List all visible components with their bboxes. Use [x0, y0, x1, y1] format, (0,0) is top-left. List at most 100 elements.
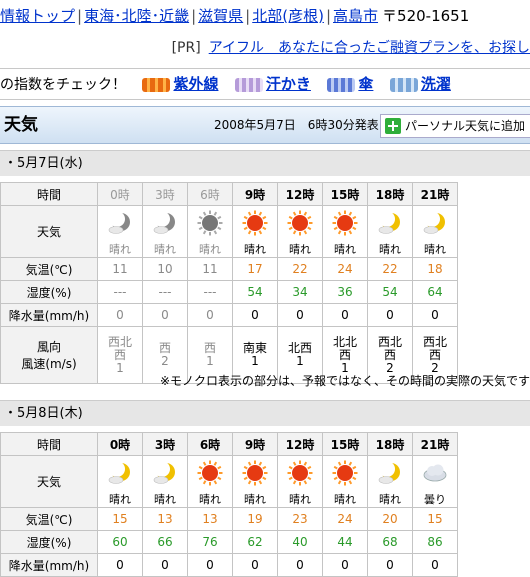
condition-label: 晴れ	[109, 493, 131, 506]
time-cell: 6時	[187, 432, 233, 456]
weather-row: 天気 晴れ 晴れ 晴れ 晴れ 晴れ 晴れ 晴れ 晴れ	[0, 205, 458, 258]
time-cell: 9時	[232, 182, 278, 206]
umbrella-icon	[327, 78, 356, 92]
index-link-umbrella[interactable]: 傘	[358, 75, 373, 93]
index-item-umbrella[interactable]: 傘	[327, 69, 373, 99]
forecast-table-day2: 時間 0時 3時 6時 9時 12時 15時 18時 21時 天気 晴れ 晴れ 晴れ 晴れ 晴れ 晴れ 晴れ 曇り…	[0, 432, 458, 577]
cloud-icon	[423, 464, 447, 482]
weather-cell: 晴れ	[187, 455, 233, 508]
rain-cell: 0	[412, 303, 458, 327]
sun-icon	[287, 460, 313, 486]
laundry-icon	[389, 78, 418, 92]
time-row: 時間 0時 3時 6時 9時 12時 15時 18時 21時	[0, 182, 458, 206]
day-heading: ・5月7日(水)	[0, 150, 530, 176]
rain-cell: 0	[322, 303, 368, 327]
rain-cell: 0	[367, 303, 413, 327]
sun-icon	[242, 460, 268, 486]
sun-icon	[242, 210, 268, 236]
temp-cell: 22	[367, 257, 413, 281]
weather-cell: 曇り	[412, 455, 458, 508]
humidity-cell: ---	[97, 280, 143, 304]
row-label-weather: 天気	[0, 205, 98, 258]
breadcrumb-link-area[interactable]: 北部(彦根)	[252, 7, 324, 25]
humidity-cell: ---	[142, 280, 188, 304]
humidity-cell: 66	[142, 530, 188, 554]
rain-cell: 0	[97, 553, 143, 577]
rain-row: 降水量(mm/h) 0 0 0 0 0 0 0 0	[0, 303, 458, 327]
humidity-cell: 76	[187, 530, 233, 554]
humidity-cell: 34	[277, 280, 323, 304]
temp-cell: 18	[412, 257, 458, 281]
uv-icon	[142, 78, 171, 92]
rain-cell: 0	[277, 553, 323, 577]
condition-label: 晴れ	[154, 493, 176, 506]
row-label-weather: 天気	[0, 455, 98, 508]
moon-cloud-icon	[153, 211, 175, 234]
index-link-laundry[interactable]: 洗濯	[421, 75, 451, 93]
index-bar: の指数をチェック！ 紫外線 汗かき 傘 洗濯	[0, 68, 530, 100]
pr-link[interactable]: アイフル あなたに合ったご融資プランを、お探し	[209, 40, 530, 56]
temp-cell: 10	[142, 257, 188, 281]
plus-icon	[385, 118, 401, 134]
add-personal-weather-button[interactable]: パーソナル天気に追加	[380, 114, 530, 138]
breadcrumb-link-prefecture[interactable]: 滋賀県	[198, 7, 243, 25]
breadcrumb: 情報トップ | 東海･北陸･近畿 | 滋賀県 | 北部(彦根) | 高島市 〒520-1651	[0, 0, 530, 32]
humidity-cell: 68	[367, 530, 413, 554]
weather-cell: 晴れ	[277, 205, 323, 258]
rain-cell: 0	[187, 303, 233, 327]
condition-label: 晴れ	[289, 493, 311, 506]
index-item-sweat[interactable]: 汗かき	[234, 69, 311, 99]
time-cell: 0時	[97, 432, 143, 456]
temp-cell: 19	[232, 507, 278, 531]
moon-icon	[378, 211, 400, 234]
time-cell: 6時	[187, 182, 233, 206]
humidity-cell: ---	[187, 280, 233, 304]
humidity-cell: 64	[412, 280, 458, 304]
humidity-cell: 40	[277, 530, 323, 554]
index-link-sweat[interactable]: 汗かき	[266, 75, 311, 93]
humidity-row: 湿度(%) 60 66 76 62 40 44 68 86	[0, 530, 458, 554]
humidity-cell: 54	[232, 280, 278, 304]
weather-cell: 晴れ	[187, 205, 233, 258]
weather-cell: 晴れ	[142, 205, 188, 258]
time-cell: 9時	[232, 432, 278, 456]
condition-label: 晴れ	[154, 243, 176, 256]
weather-cell: 晴れ	[322, 455, 368, 508]
rain-cell: 0	[277, 303, 323, 327]
weather-cell: 晴れ	[322, 205, 368, 258]
breadcrumb-separator: |	[325, 7, 332, 25]
condition-label: 晴れ	[109, 243, 131, 256]
humidity-cell: 86	[412, 530, 458, 554]
temp-cell: 15	[412, 507, 458, 531]
temp-row: 気温(℃) 15 13 13 19 23 24 20 15	[0, 507, 458, 531]
row-label-temp: 気温(℃)	[0, 507, 98, 531]
time-cell: 3時	[142, 182, 188, 206]
rain-cell: 0	[367, 553, 413, 577]
breadcrumb-link-city[interactable]: 高島市	[333, 7, 378, 25]
time-cell: 18時	[367, 182, 413, 206]
time-cell: 3時	[142, 432, 188, 456]
weather-cell: 晴れ	[97, 455, 143, 508]
humidity-cell: 54	[367, 280, 413, 304]
row-label-rain: 降水量(mm/h)	[0, 553, 98, 577]
sun-icon	[332, 210, 358, 236]
index-item-uv[interactable]: 紫外線	[142, 69, 218, 99]
row-label-time: 時間	[0, 432, 98, 456]
sweat-icon	[234, 78, 263, 92]
temp-cell: 11	[97, 257, 143, 281]
moon-icon	[153, 461, 175, 484]
temp-cell: 20	[367, 507, 413, 531]
pr-tag: [PR]	[171, 40, 201, 56]
weather-cell: 晴れ	[412, 205, 458, 258]
breadcrumb-link-region[interactable]: 東海･北陸･近畿	[84, 7, 189, 25]
rain-cell: 0	[142, 303, 188, 327]
row-label-rain: 降水量(mm/h)	[0, 303, 98, 327]
index-item-laundry[interactable]: 洗濯	[389, 69, 451, 99]
condition-label: 晴れ	[199, 493, 221, 506]
issued-time: 2008年5月7日 6時30分発表	[214, 118, 379, 132]
time-cell: 12時	[277, 182, 323, 206]
breadcrumb-link-top[interactable]: 情報トップ	[0, 7, 75, 25]
moon-cloud-icon	[108, 211, 130, 234]
rain-cell: 0	[142, 553, 188, 577]
index-link-uv[interactable]: 紫外線	[173, 75, 218, 93]
